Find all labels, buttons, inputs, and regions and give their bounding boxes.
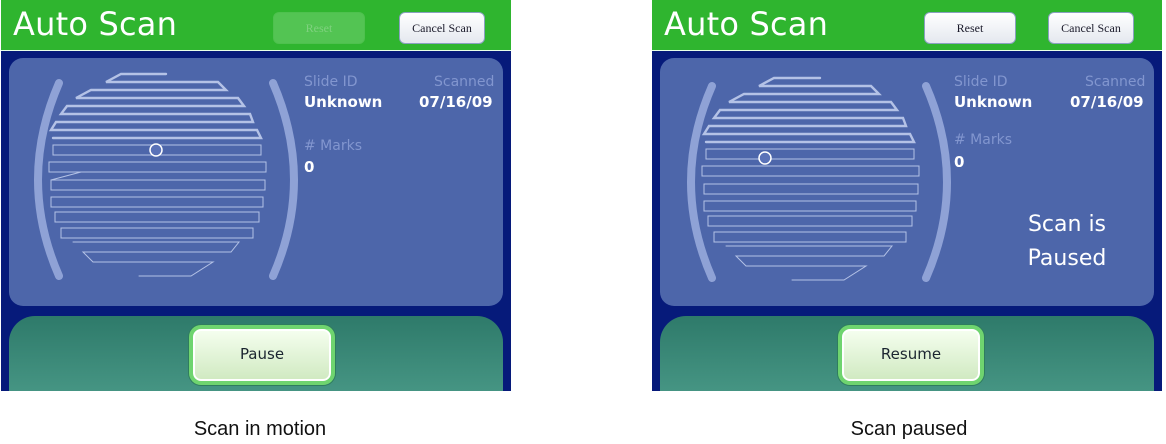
scan-screen-paused: Auto Scan Reset Cancel Scan Slide ID Unk… [652,0,1162,391]
scan-path-icon [48,72,267,277]
bracket-left-icon [687,82,716,282]
slide-id-value: Unknown [954,93,1033,111]
scan-path-icon [701,76,920,281]
scanned-date-value: 07/16/09 [1070,93,1144,111]
caption-scan-paused: Scan paused [850,418,968,440]
scan-position-marker-icon [149,143,163,157]
marks-label: # Marks [304,138,362,154]
marks-label: # Marks [954,132,1012,148]
slide-id-label: Slide ID [954,74,1008,90]
scan-status-line-1: Scan is [1027,212,1107,237]
marks-count-value: 0 [954,153,965,171]
bracket-right-icon [269,79,298,280]
pause-button[interactable]: Pause [189,325,335,385]
caption-scan-in-motion: Scan in motion [193,418,327,440]
scanned-label: Scanned [1085,74,1146,90]
slide-id-label: Slide ID [304,74,358,90]
bracket-right-icon [922,82,951,282]
resume-button[interactable]: Resume [838,325,984,385]
scan-status-message: Scan is Paused [992,208,1142,276]
marks-count-value: 0 [304,158,315,176]
scanned-label: Scanned [434,74,495,90]
scan-screen-in-motion: Auto Scan Reset Cancel Scan Slide ID Unk… [1,0,511,391]
scan-status-line-2: Paused [1027,246,1107,271]
scan-position-marker-icon [758,151,772,165]
scanned-date-value: 07/16/09 [419,93,493,111]
slide-id-value: Unknown [304,93,383,111]
